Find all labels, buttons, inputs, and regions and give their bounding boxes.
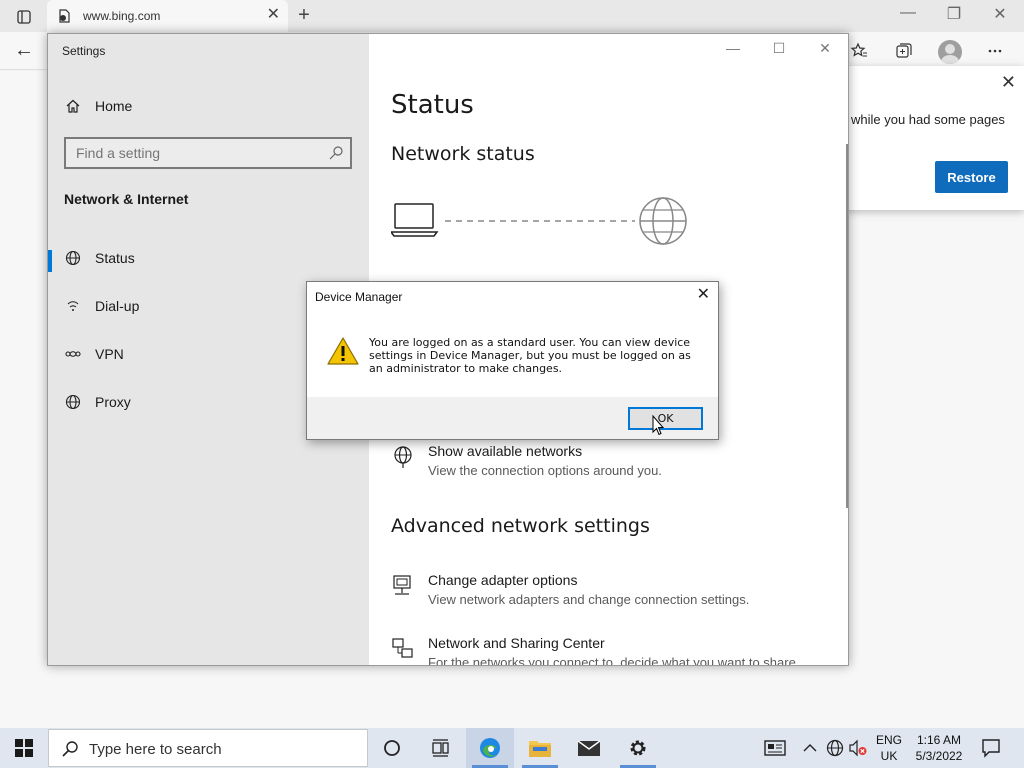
start-button[interactable] [0,728,48,768]
advanced-settings-heading: Advanced network settings [391,515,650,537]
warning-icon [327,337,359,365]
find-setting-box[interactable] [64,137,352,169]
more-options-icon[interactable] [982,38,1008,64]
tab-actions-icon[interactable] [8,6,40,28]
change-adapter-title: Change adapter options [428,572,578,588]
sidebar-item-home[interactable]: Home [48,86,369,126]
browser-close-button[interactable]: ✕ [978,4,1022,24]
settings-close-button[interactable]: ✕ [802,40,848,60]
restore-button[interactable]: Restore [935,161,1008,193]
cortana-icon[interactable] [368,728,416,768]
ok-button[interactable]: OK [628,407,703,430]
sidebar-item-status[interactable]: Status [48,238,369,278]
show-networks-desc: View the connection options around you. [428,463,662,478]
browser-restore-button[interactable]: ❐ [932,4,976,24]
tab-title: www.bing.com [83,9,161,23]
restore-popup-text: while you had some pages [851,112,1005,127]
sidebar-item-label: VPN [95,346,124,362]
change-adapter-desc: View network adapters and change connect… [428,592,750,607]
taskbar-search[interactable]: Type here to search [48,729,368,767]
settings-window-title: Settings [62,44,106,58]
settings-maximize-button[interactable]: ☐ [756,40,802,60]
taskbar: Type here to search ENG UK 1:16 AM 5/3/2… [0,728,1024,768]
language-code: ENG [876,733,903,747]
sharing-center-title: Network and Sharing Center [428,635,605,651]
sharing-center-icon [392,638,413,658]
sidebar-item-label: Proxy [95,394,131,410]
active-indicator [48,250,52,272]
section-heading: Network & Internet [64,191,189,207]
keyboard-layout: UK [880,749,898,763]
find-setting-input[interactable] [76,144,326,162]
sharing-center-desc: For the networks you connect to, decide … [428,655,800,666]
file-explorer-icon[interactable] [516,728,564,768]
collections-icon[interactable] [891,38,917,64]
dialog-message: You are logged on as a standard user. Yo… [369,336,691,375]
browser-tab[interactable]: www.bing.com ✕ [47,0,288,32]
settings-minimize-button[interactable]: — [710,40,756,60]
clock-date: 5/3/2022 [915,749,963,763]
internet-globe-icon [639,197,687,245]
profile-avatar[interactable] [938,40,962,64]
mouse-cursor-icon [652,415,665,436]
change-adapter-link[interactable]: Change adapter options View network adap… [391,572,831,616]
dialog-title: Device Manager [315,290,403,304]
network-tray-icon[interactable] [825,738,845,758]
show-networks-title: Show available networks [428,443,583,459]
network-globe-icon [394,446,412,468]
task-view-icon[interactable] [416,728,464,768]
page-title: Status [391,90,474,120]
network-status-diagram [391,197,687,245]
taskbar-search-placeholder: Type here to search [89,741,222,758]
home-icon [64,97,82,115]
scrollbar[interactable] [846,144,848,508]
sidebar-item-label: Dial-up [95,298,140,314]
settings-gear-icon[interactable] [614,728,662,768]
tab-close-icon[interactable]: ✕ [267,7,280,23]
search-icon [62,741,78,757]
page-favicon-icon [59,9,70,23]
restore-pages-popup: ✕ while you had some pages Restore [830,66,1024,210]
restore-popup-close-icon[interactable]: ✕ [1001,72,1016,93]
chevron-up-icon[interactable] [800,738,820,758]
sharing-center-link[interactable]: Network and Sharing Center For the netwo… [391,635,831,666]
globe-icon [64,249,82,267]
notifications-icon[interactable] [980,737,1002,759]
input-language[interactable]: ENG UK [876,732,902,764]
laptop-icon [391,203,439,237]
network-adapter-icon [393,575,411,595]
edge-app-icon[interactable] [466,728,514,768]
new-tab-button[interactable]: + [292,4,316,27]
dialup-icon [64,297,82,315]
browser-tab-bar: www.bing.com ✕ + — ❐ ✕ [0,0,1024,32]
clock-time: 1:16 AM [916,733,962,747]
search-icon [329,146,343,160]
vpn-icon [64,345,82,363]
favorites-icon[interactable] [846,38,872,64]
browser-minimize-button[interactable]: — [886,4,930,22]
volume-muted-icon[interactable] [848,738,868,758]
back-button[interactable]: ← [14,39,34,62]
news-widget-icon[interactable] [762,738,788,758]
show-networks-link[interactable]: Show available networks View the connect… [391,443,831,487]
mail-icon[interactable] [565,728,613,768]
windows-logo-icon [15,739,33,757]
globe-icon [64,393,82,411]
sidebar-home-label: Home [95,98,133,114]
dialog-close-icon[interactable]: ✕ [697,287,710,303]
sidebar-item-label: Status [95,250,135,266]
network-status-heading: Network status [391,143,535,165]
clock[interactable]: 1:16 AM 5/3/2022 [908,732,970,764]
